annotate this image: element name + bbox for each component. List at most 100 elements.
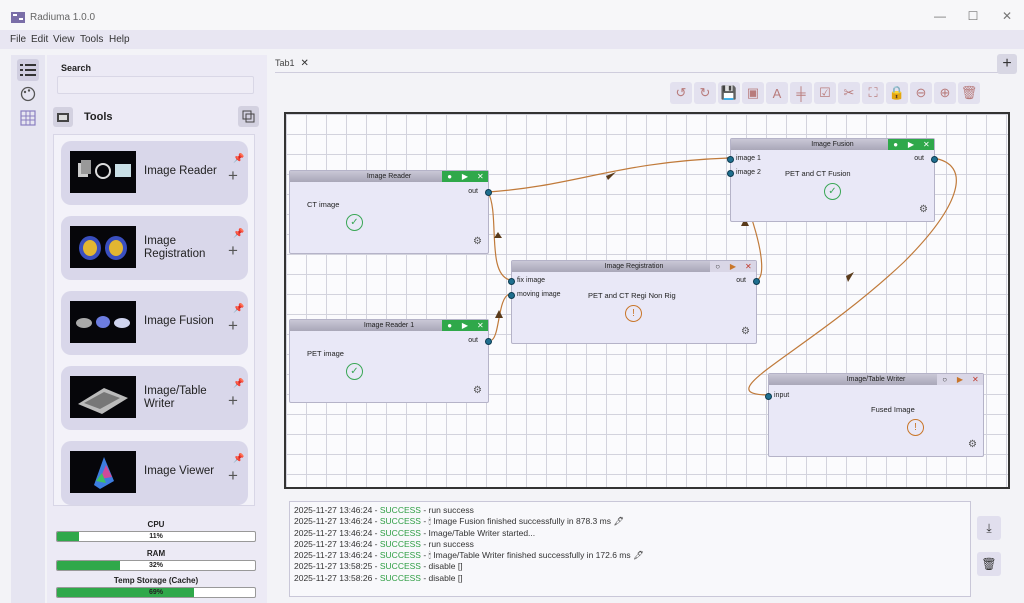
- tool-image-table-writer[interactable]: Image/Table Writer 📌 +: [61, 366, 248, 430]
- ram-label: RAM: [146, 549, 166, 558]
- input-port[interactable]: [508, 292, 515, 299]
- fit-button[interactable]: ⛶: [862, 82, 884, 104]
- tab-close-icon[interactable]: ✕: [301, 58, 309, 69]
- minimize-button[interactable]: —: [930, 9, 950, 23]
- cut-button[interactable]: ✂: [838, 82, 860, 104]
- output-port[interactable]: [485, 189, 492, 196]
- output-port[interactable]: [485, 338, 492, 345]
- download-log-button[interactable]: ⤓: [977, 516, 1001, 540]
- input-port[interactable]: [765, 393, 772, 400]
- tool-image-reader[interactable]: Image Reader 📌 +: [61, 141, 248, 205]
- image-fusion-thumbnail: [70, 301, 136, 343]
- redo-button[interactable]: ↻: [694, 82, 716, 104]
- node-image-registration[interactable]: Image Registration ○ ▶ ✕ fix image moving …: [508, 260, 760, 344]
- log-line: 2025-11-27 13:46:24 - SUCCESS - 🕯 Image/…: [294, 550, 644, 561]
- close-node-icon[interactable]: ✕: [472, 171, 488, 182]
- node-image-reader[interactable]: Image Reader ● ▶ ✕ out CT image ✓ ⚙: [289, 170, 492, 254]
- run-icon[interactable]: ▶: [457, 171, 473, 182]
- save-image-button[interactable]: ▣: [742, 82, 764, 104]
- tool-name: Image Reader: [144, 165, 217, 177]
- undock-button[interactable]: [238, 106, 259, 127]
- pipeline-canvas[interactable]: Image Reader ● ▶ ✕ out CT image ✓ ⚙ Image …: [284, 112, 1010, 489]
- close-node-icon[interactable]: ✕: [918, 139, 934, 150]
- tools-icon: [53, 107, 73, 127]
- pin-icon[interactable]: 📌: [233, 378, 244, 389]
- tool-image-registration[interactable]: Image Registration 📌 +: [61, 216, 248, 280]
- port-label: input: [774, 392, 790, 399]
- menu-view[interactable]: View: [53, 34, 75, 45]
- toggle-icon[interactable]: ●: [888, 139, 904, 150]
- pin-icon[interactable]: 📌: [233, 453, 244, 464]
- select-button[interactable]: ☑: [814, 82, 836, 104]
- tab-divider: [275, 72, 1013, 73]
- run-icon[interactable]: ▶: [725, 261, 741, 272]
- gear-icon[interactable]: ⚙: [741, 326, 750, 337]
- close-node-icon[interactable]: ✕: [740, 261, 756, 272]
- gear-icon[interactable]: ⚙: [968, 439, 977, 450]
- storage-value: 69%: [148, 589, 163, 596]
- delete-button[interactable]: 🗑: [958, 82, 980, 104]
- list-view-button[interactable]: [17, 59, 39, 81]
- log-line: 2025-11-27 13:46:24 - SUCCESS - 🕯 Image …: [294, 516, 625, 527]
- run-icon[interactable]: ▶: [952, 374, 968, 385]
- node-image-reader-1[interactable]: Image Reader 1 ● ▶ ✕ out PET image ✓ ⚙: [289, 319, 492, 403]
- lock-button[interactable]: 🔒: [886, 82, 908, 104]
- clear-log-button[interactable]: 🗑: [977, 552, 1001, 576]
- gear-icon[interactable]: ⚙: [473, 385, 482, 396]
- toggle-icon[interactable]: ○: [937, 374, 953, 385]
- text-button[interactable]: A: [766, 82, 788, 104]
- add-tool-icon[interactable]: +: [228, 466, 238, 486]
- close-button[interactable]: ✕: [997, 9, 1017, 23]
- close-node-icon[interactable]: ✕: [472, 320, 488, 331]
- run-icon[interactable]: ▶: [457, 320, 473, 331]
- save-icon: 💾: [720, 85, 738, 100]
- add-tool-icon[interactable]: +: [228, 166, 238, 186]
- output-port[interactable]: [931, 156, 938, 163]
- close-node-icon[interactable]: ✕: [967, 374, 983, 385]
- toggle-icon[interactable]: ●: [442, 171, 458, 182]
- menu-tools[interactable]: Tools: [80, 34, 103, 45]
- pin-icon[interactable]: 📌: [233, 228, 244, 239]
- menu-edit[interactable]: Edit: [31, 34, 48, 45]
- zoom-in-button[interactable]: ⊕: [934, 82, 956, 104]
- add-tool-icon[interactable]: +: [228, 316, 238, 336]
- log-line: 2025-11-27 13:46:24 - SUCCESS - run succ…: [294, 505, 474, 515]
- menu-help[interactable]: Help: [109, 34, 130, 45]
- toggle-icon[interactable]: ●: [442, 320, 458, 331]
- search-input[interactable]: [57, 76, 254, 94]
- pin-icon[interactable]: 📌: [233, 303, 244, 314]
- input-port[interactable]: [727, 170, 734, 177]
- align-button[interactable]: ╪: [790, 82, 812, 104]
- tool-image-viewer[interactable]: Image Viewer 📌 +: [61, 441, 248, 505]
- grid-view-button[interactable]: [17, 107, 39, 129]
- tool-image-fusion[interactable]: Image Fusion 📌 +: [61, 291, 248, 355]
- node-controls: ● ▶ ✕: [442, 320, 488, 331]
- node-image-table-writer[interactable]: Image/Table Writer ○ ▶ ✕ input Fused Image…: [765, 373, 984, 457]
- node-desc: PET image: [307, 349, 344, 358]
- node-image-fusion[interactable]: Image Fusion ● ▶ ✕ image 1 image 2 out PET…: [727, 138, 938, 222]
- search-label: Search: [61, 63, 92, 73]
- input-port[interactable]: [508, 278, 515, 285]
- gear-icon[interactable]: ⚙: [473, 236, 482, 247]
- undo-button[interactable]: ↺: [670, 82, 692, 104]
- input-port[interactable]: [727, 156, 734, 163]
- menu-file[interactable]: File: [10, 34, 26, 45]
- output-port[interactable]: [753, 278, 760, 285]
- tab-tab1[interactable]: Tab1 ✕: [275, 58, 309, 69]
- toggle-icon[interactable]: ○: [710, 261, 726, 272]
- image-registration-thumbnail: [70, 226, 136, 268]
- cpu-meter: 11%: [56, 531, 256, 542]
- pending-icon: !: [907, 419, 924, 436]
- zoom-out-button[interactable]: ⊖: [910, 82, 932, 104]
- save-button[interactable]: 💾: [718, 82, 740, 104]
- add-tool-icon[interactable]: +: [228, 241, 238, 261]
- add-tool-icon[interactable]: +: [228, 391, 238, 411]
- palette-icon: [20, 86, 36, 102]
- add-tab-button[interactable]: +: [997, 54, 1017, 74]
- pin-icon[interactable]: 📌: [233, 153, 244, 164]
- run-icon[interactable]: ▶: [903, 139, 919, 150]
- gear-icon[interactable]: ⚙: [919, 204, 928, 215]
- writer-thumbnail: [70, 376, 136, 418]
- palette-button[interactable]: [17, 83, 39, 105]
- maximize-button[interactable]: ☐: [963, 9, 983, 23]
